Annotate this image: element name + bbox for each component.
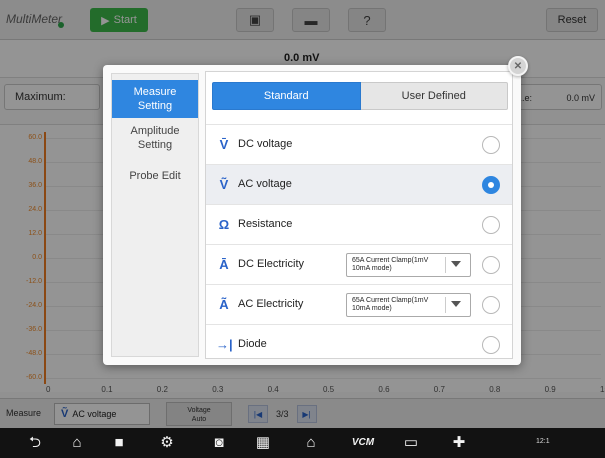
dialog-sidebar: Measure Setting Amplitude Setting Probe … xyxy=(111,73,199,357)
option-label: Resistance xyxy=(238,218,293,230)
option-row-resistance[interactable]: Ω Resistance xyxy=(206,204,512,244)
screen-record-icon[interactable]: ▦ xyxy=(254,434,272,452)
probe-dropdown-dc[interactable]: 65A Current Clamp(1mV 10mA mode) xyxy=(346,253,471,277)
sidebar-item-amplitude-setting[interactable]: Amplitude Setting xyxy=(112,124,198,158)
dc-voltage-icon: V̄ xyxy=(219,137,229,152)
probe-dropdown-ac[interactable]: 65A Current Clamp(1mV 10mA mode) xyxy=(346,293,471,317)
radio-ac-electricity[interactable] xyxy=(482,296,500,314)
dropdown-value: 65A Current Clamp(1mV 10mA mode) xyxy=(352,297,429,312)
settings-gear-icon[interactable]: ⚙ xyxy=(158,434,176,452)
vehicle-home-icon[interactable]: ⌂ xyxy=(302,434,320,452)
sidebar-label-line1: Probe Edit xyxy=(129,170,181,182)
tab-bar: Standard User Defined xyxy=(212,82,508,110)
sidebar-label-line2: Setting xyxy=(137,139,173,151)
sidebar-label-line1: Amplitude xyxy=(130,125,180,137)
dropdown-value: 65A Current Clamp(1mV 10mA mode) xyxy=(352,257,429,272)
system-nav-bar: ⮌ ⌂ ■ ⚙ ◙ ▦ ⌂ VCM ▭ ✚ 12:1 xyxy=(0,428,605,458)
service-icon[interactable]: ✚ xyxy=(450,434,468,452)
option-row-dc-voltage[interactable]: V̄ DC voltage xyxy=(206,124,512,164)
chevron-down-icon xyxy=(451,301,461,307)
dropdown-divider xyxy=(445,257,446,273)
option-label: DC voltage xyxy=(238,138,293,150)
vcm-icon[interactable]: VCM xyxy=(350,434,376,452)
status-clock: 12:1 xyxy=(536,438,550,445)
tab-user-defined[interactable]: User Defined xyxy=(360,82,508,110)
dialog-content: Standard User Defined V̄ DC voltage Ṽ AC… xyxy=(205,71,513,359)
chevron-down-icon xyxy=(451,261,461,267)
close-icon: ✕ xyxy=(513,60,523,72)
dropdown-divider xyxy=(445,297,446,313)
radio-dc-voltage[interactable] xyxy=(482,136,500,154)
measure-settings-dialog: Measure Setting Amplitude Setting Probe … xyxy=(103,65,521,365)
radio-dc-electricity[interactable] xyxy=(482,256,500,274)
radio-diode[interactable] xyxy=(482,336,500,354)
dc-current-icon: Ā xyxy=(219,257,229,272)
car-icon[interactable]: ▭ xyxy=(402,434,420,452)
radio-ac-voltage[interactable] xyxy=(482,176,500,194)
sidebar-label-line2: Setting xyxy=(137,100,173,112)
back-icon[interactable]: ⮌ xyxy=(26,434,44,452)
home-icon[interactable]: ⌂ xyxy=(68,434,86,452)
diode-icon: →| xyxy=(216,337,233,352)
sidebar-label-line1: Measure xyxy=(133,86,177,98)
option-row-dc-electricity[interactable]: Ā DC Electricity 65A Current Clamp(1mV 1… xyxy=(206,244,512,284)
close-dialog-button[interactable]: ✕ xyxy=(508,56,528,76)
option-label: DC Electricity xyxy=(238,258,305,270)
sidebar-item-measure-setting[interactable]: Measure Setting xyxy=(112,80,198,118)
option-label: AC voltage xyxy=(238,178,292,190)
option-label: AC Electricity xyxy=(238,298,304,310)
ac-current-icon: Ã xyxy=(219,297,229,312)
tab-standard[interactable]: Standard xyxy=(212,82,361,110)
option-row-ac-voltage[interactable]: Ṽ AC voltage xyxy=(206,164,512,204)
resistance-icon: Ω xyxy=(218,217,230,232)
ac-voltage-icon: Ṽ xyxy=(219,177,229,192)
radio-resistance[interactable] xyxy=(482,216,500,234)
option-row-diode[interactable]: →| Diode xyxy=(206,324,512,364)
option-row-ac-electricity[interactable]: Ã AC Electricity 65A Current Clamp(1mV 1… xyxy=(206,284,512,324)
option-label: Diode xyxy=(238,338,267,350)
recent-apps-icon[interactable]: ■ xyxy=(110,434,128,452)
camera-icon[interactable]: ◙ xyxy=(210,434,228,452)
sidebar-item-probe-edit[interactable]: Probe Edit xyxy=(112,169,198,189)
